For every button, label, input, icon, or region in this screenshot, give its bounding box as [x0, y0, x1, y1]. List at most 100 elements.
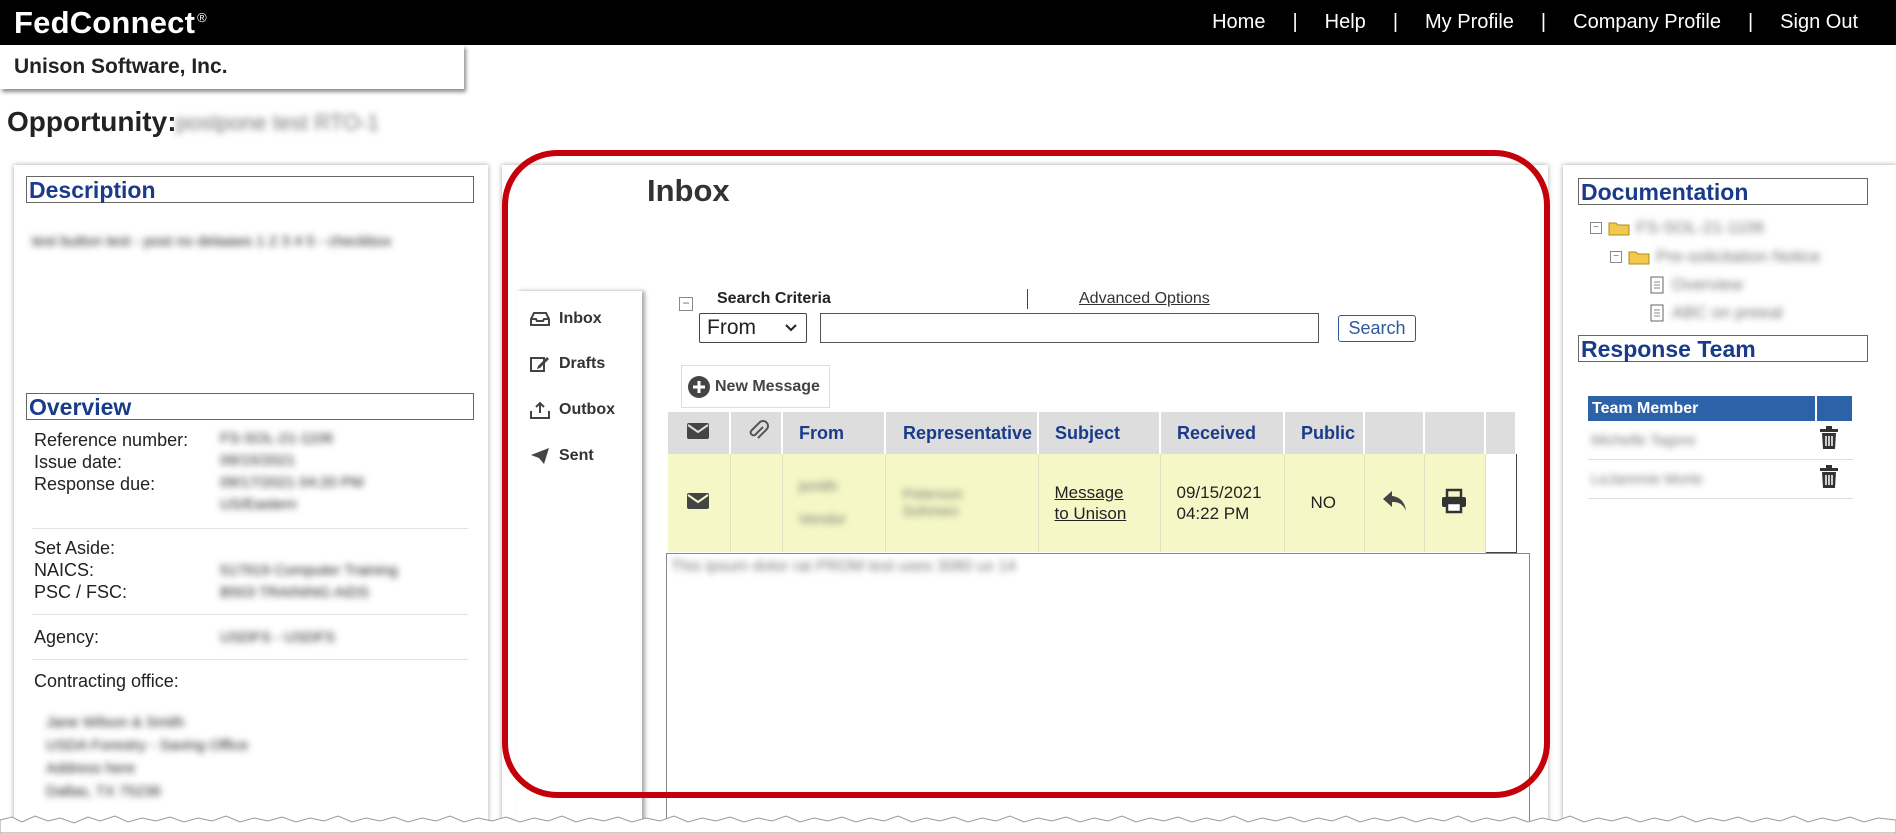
nav-inbox-label: Inbox: [559, 310, 602, 327]
documentation-heading: Documentation: [1578, 178, 1868, 205]
divider: [32, 614, 468, 615]
divider: [32, 528, 468, 529]
description-text: test button test - post no delaaws 1 2 3…: [32, 233, 392, 250]
document-icon: [1650, 276, 1664, 294]
mailbox-nav: Inbox Drafts Outbox Sent: [516, 291, 642, 833]
from-org: Vendor: [798, 511, 847, 528]
tree-document[interactable]: Overview: [1650, 275, 1743, 295]
nav-separator: |: [1540, 11, 1547, 33]
subject-cell: Message to Unison: [1038, 454, 1161, 552]
message-preview-text: This ipsum dolor rat PROM test uses 3080…: [671, 558, 1017, 575]
issue-date-label: Issue date:: [34, 452, 123, 472]
advanced-options-link[interactable]: Advanced Options: [1079, 290, 1210, 308]
response-team-heading: Response Team: [1578, 335, 1868, 362]
attachment-column[interactable]: [730, 412, 783, 454]
from-name: jsmith: [798, 478, 838, 495]
reply-column: [1364, 412, 1425, 454]
tree-document-label: ABC on preeal: [1672, 303, 1783, 322]
nav-my-profile-link[interactable]: My Profile: [1425, 11, 1514, 34]
response-team-table: Team Member Michelle Tagore LeJammie Mor…: [1588, 396, 1854, 499]
delete-column: [1816, 396, 1854, 421]
agency-label: Agency:: [34, 627, 100, 647]
attachment-cell: [730, 454, 783, 552]
divider: [32, 659, 468, 660]
search-button[interactable]: Search: [1338, 315, 1416, 342]
new-message-label: New Message: [715, 377, 820, 395]
overview-heading: Overview: [26, 393, 474, 420]
nav-inbox[interactable]: Inbox: [530, 307, 602, 331]
search-criteria-label: Search Criteria: [717, 290, 831, 307]
description-heading: Description: [26, 176, 474, 203]
folder-icon: [1608, 222, 1630, 236]
read-status-column[interactable]: [668, 412, 731, 454]
table-row[interactable]: jsmith Vendor Peterson Sohmen Message to…: [668, 454, 1517, 553]
outbox-tray-icon: [530, 401, 550, 419]
reference-number-value: FS-SOL-21-1106: [220, 430, 334, 447]
trash-icon[interactable]: [1819, 426, 1839, 450]
tree-root[interactable]: − FS-SOL-21-1106: [1590, 218, 1764, 238]
table-header-row: From Representative Subject Received Pub…: [668, 412, 1517, 454]
nav-sent-label: Sent: [559, 447, 594, 464]
received-time: 04:22 PM: [1176, 504, 1250, 523]
logo-mark: ®: [197, 9, 207, 25]
representative-column-header[interactable]: Representative: [885, 412, 1039, 454]
public-column-header[interactable]: Public: [1284, 412, 1365, 454]
nav-sign-out-link[interactable]: Sign Out: [1780, 11, 1858, 34]
naics-value: 517919 Computer Training: [220, 562, 398, 579]
tree-document[interactable]: ABC on preeal: [1650, 303, 1783, 323]
inbox-tray-icon: [530, 312, 550, 326]
plus-circle-icon: [688, 375, 710, 398]
team-member-column-header: Team Member: [1588, 396, 1817, 421]
search-field-select[interactable]: From: [699, 313, 807, 343]
paperclip-icon: [749, 419, 769, 439]
search-input[interactable]: [820, 313, 1319, 343]
table-row: LeJammie Morte: [1588, 459, 1853, 499]
collapse-toggle[interactable]: −: [1590, 222, 1602, 234]
top-nav: Home | Help | My Profile | Company Profi…: [1212, 0, 1858, 45]
nav-home-link[interactable]: Home: [1212, 11, 1265, 34]
tree-folder[interactable]: − Pre-solicitation Notice: [1610, 247, 1820, 267]
contracting-office-line: USDA Forestry - Saving Office: [46, 737, 249, 754]
new-message-button[interactable]: New Message: [681, 365, 830, 408]
nav-company-profile-link[interactable]: Company Profile: [1573, 11, 1721, 34]
subject-column-header[interactable]: Subject: [1038, 412, 1161, 454]
delete-cell: [1816, 459, 1853, 499]
nav-help-link[interactable]: Help: [1325, 11, 1366, 34]
trash-icon[interactable]: [1819, 465, 1839, 489]
fedconnect-logo[interactable]: FedConnect ®: [14, 5, 207, 41]
tree-folder-label: Pre-solicitation Notice: [1656, 247, 1821, 266]
team-member-name: LeJammie Morte: [1588, 459, 1816, 499]
reference-number-label: Reference number:: [34, 430, 189, 450]
public-cell: NO: [1284, 454, 1365, 552]
contracting-office-line: Jane Wilson & Smith: [46, 714, 185, 731]
folder-icon: [1628, 251, 1650, 265]
nav-sent[interactable]: Sent: [530, 444, 594, 468]
collapse-search-toggle[interactable]: −: [679, 297, 693, 311]
print-cell: [1424, 454, 1486, 552]
agency-value: USDFS - USDFS: [220, 629, 336, 646]
collapse-toggle[interactable]: −: [1610, 251, 1622, 263]
reply-cell: [1364, 454, 1425, 552]
divider: [1027, 289, 1028, 309]
subject-link[interactable]: Message to Unison: [1055, 482, 1135, 524]
response-due-label: Response due:: [34, 474, 156, 494]
opportunity-value: postpone test RTO-1: [176, 110, 380, 135]
psc-fsc-value: B503 TRAINING AIDS: [220, 584, 369, 601]
nav-outbox[interactable]: Outbox: [530, 398, 615, 422]
company-tab: Unison Software, Inc.: [0, 45, 464, 89]
top-bar: FedConnect ® Home | Help | My Profile | C…: [0, 0, 1896, 45]
nav-outbox-label: Outbox: [559, 401, 615, 418]
from-cell: jsmith Vendor: [782, 454, 886, 552]
opportunity-label: Opportunity:: [7, 106, 177, 137]
nav-drafts[interactable]: Drafts: [530, 352, 605, 376]
issue-date-value: 09/15/2021: [220, 452, 296, 469]
from-column-header[interactable]: From: [782, 412, 886, 454]
team-member-name: Michelle Tagore: [1588, 421, 1816, 460]
print-icon[interactable]: [1441, 488, 1467, 514]
tree-root-label: FS-SOL-21-1106: [1636, 218, 1765, 237]
message-preview-pane[interactable]: This ipsum dolor rat PROM test uses 3080…: [666, 553, 1530, 833]
table-row: Michelle Tagore: [1588, 421, 1853, 460]
received-column-header[interactable]: Received: [1160, 412, 1285, 454]
reply-icon[interactable]: [1381, 489, 1409, 513]
delete-cell: [1816, 421, 1853, 460]
